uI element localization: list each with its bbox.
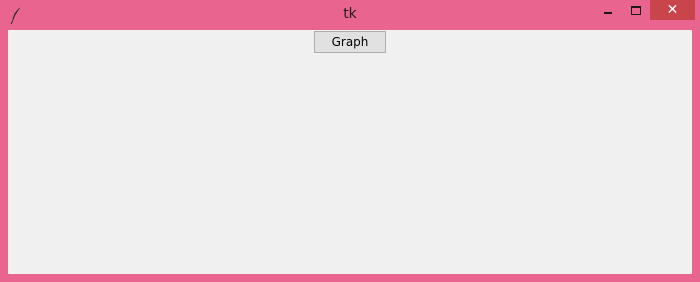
client-area: Graph <box>8 30 692 274</box>
minimize-icon <box>604 12 612 14</box>
maximize-button[interactable] <box>622 0 650 20</box>
close-button[interactable]: ✕ <box>650 0 695 20</box>
minimize-button[interactable] <box>594 0 622 20</box>
title-bar[interactable]: tk ✕ <box>0 0 700 30</box>
app-window: tk ✕ Graph <box>0 0 700 282</box>
close-icon: ✕ <box>666 2 679 18</box>
maximize-icon <box>631 5 641 15</box>
graph-button[interactable]: Graph <box>314 31 386 53</box>
